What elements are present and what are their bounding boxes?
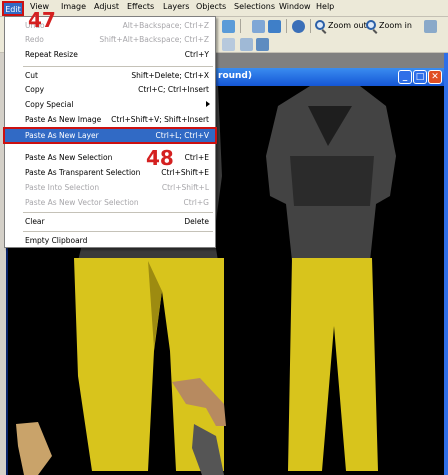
menu-item-shortcut: Ctrl+Y (184, 50, 209, 59)
toolbar-separator (310, 19, 311, 33)
menu-layers[interactable]: Layers (163, 2, 189, 11)
menu-item-label: Paste As New Image (25, 115, 102, 124)
menu-separator (23, 212, 213, 213)
maximize-button[interactable]: □ (413, 70, 427, 84)
menu-edit-label: Edit (5, 5, 21, 14)
toolbar-separator (240, 19, 241, 33)
zoom-window-icon[interactable] (424, 20, 437, 33)
menu-objects[interactable]: Objects (196, 2, 226, 11)
menu-separator (23, 231, 213, 232)
zoom-in-label: Zoom in (379, 20, 412, 30)
submenu-arrow-icon (206, 101, 210, 107)
menu-item-copy-special[interactable]: Copy Special (5, 98, 215, 112)
menu-item-copy[interactable]: Copy Ctrl+C; Ctrl+Insert (5, 83, 215, 97)
toolbar-separator (286, 19, 287, 33)
step-number-annotation: 48 (146, 146, 174, 170)
menu-item-shortcut: Ctrl+Shift+L (161, 183, 209, 192)
menu-item-empty-clipboard[interactable]: Empty Clipboard (5, 234, 215, 248)
menu-help[interactable]: Help (316, 2, 334, 11)
paste-icon[interactable] (268, 20, 281, 33)
menu-item-label: Repeat Resize (25, 50, 78, 59)
menu-image[interactable]: Image (61, 2, 86, 11)
menu-item-clear[interactable]: Clear Delete (5, 215, 215, 229)
menu-item-shortcut: Ctrl+L; Ctrl+V (155, 131, 209, 140)
minimize-button[interactable]: _ (398, 70, 412, 84)
menu-item-shortcut: Ctrl+E (184, 153, 209, 162)
menu-item-cut[interactable]: Cut Shift+Delete; Ctrl+X (5, 69, 215, 83)
close-button[interactable]: ✕ (428, 70, 442, 84)
menu-separator (23, 66, 213, 67)
menu-item-shortcut: Ctrl+C; Ctrl+Insert (138, 85, 209, 94)
menu-item-label: Paste As Transparent Selection (25, 168, 141, 177)
menu-item-shortcut: Shift+Alt+Backspace; Ctrl+Z (99, 35, 209, 44)
menu-window[interactable]: Window (279, 2, 311, 11)
menu-item-paste-into-selection[interactable]: Paste Into Selection Ctrl+Shift+L (5, 181, 215, 195)
arrange-icon[interactable] (240, 38, 253, 51)
menu-item-label: Clear (25, 217, 45, 226)
step-number-annotation: 47 (28, 8, 56, 32)
menu-item-label: Paste As New Selection (25, 153, 113, 162)
menu-item-shortcut: Ctrl+Shift+V; Shift+Insert (111, 115, 209, 124)
menu-item-redo[interactable]: Redo Shift+Alt+Backspace; Ctrl+Z (5, 33, 215, 47)
menu-item-label: Cut (25, 71, 38, 80)
zoom-in-button[interactable]: Zoom in (366, 20, 412, 30)
menu-adjust[interactable]: Adjust (94, 2, 119, 11)
save-icon[interactable] (222, 20, 235, 33)
menu-item-label: Copy (25, 85, 45, 94)
menu-item-label: Paste As New Layer (25, 131, 99, 140)
menu-effects[interactable]: Effects (127, 2, 154, 11)
menu-item-paste-vector-selection[interactable]: Paste As New Vector Selection Ctrl+G (5, 196, 215, 210)
info-icon[interactable] (292, 20, 305, 33)
menu-bar: Edit View Image Adjust Effects Layers Ob… (0, 0, 448, 17)
layer-tool-icon[interactable] (222, 38, 235, 51)
menu-item-paste-new-selection[interactable]: Paste As New Selection Ctrl+E (5, 151, 215, 165)
menu-item-paste-new-layer[interactable]: Paste As New Layer Ctrl+L; Ctrl+V (3, 127, 217, 144)
edit-menu-dropdown: Undo Alt+Backspace; Ctrl+Z Redo Shift+Al… (3, 16, 217, 248)
menu-item-label: Empty Clipboard (25, 236, 88, 245)
menu-item-label: Redo (25, 35, 44, 44)
zoom-out-icon (315, 20, 325, 30)
menu-edit[interactable]: Edit (2, 1, 24, 16)
image-window-title: round) (218, 71, 252, 81)
menu-item-label: Paste Into Selection (25, 183, 100, 192)
menu-item-label: Copy Special (25, 100, 74, 109)
blouse-right-ruching (290, 156, 374, 206)
menu-item-paste-transparent-selection[interactable]: Paste As Transparent Selection Ctrl+Shif… (5, 166, 215, 180)
menu-item-shortcut: Alt+Backspace; Ctrl+Z (122, 21, 209, 30)
menu-selections[interactable]: Selections (234, 2, 275, 11)
menu-item-label: Paste As New Vector Selection (25, 198, 139, 207)
right-panel-edge (444, 53, 448, 475)
menu-item-shortcut: Ctrl+G (183, 198, 209, 207)
zoom-out-label: Zoom out (328, 20, 367, 30)
zoom-in-icon (366, 20, 376, 30)
zoom-out-button[interactable]: Zoom out (315, 20, 367, 30)
menu-item-paste-new-image[interactable]: Paste As New Image Ctrl+Shift+V; Shift+I… (5, 113, 215, 127)
menu-item-shortcut: Shift+Delete; Ctrl+X (131, 71, 209, 80)
copy-icon[interactable] (252, 20, 265, 33)
menu-item-shortcut: Delete (184, 217, 209, 226)
palette-icon[interactable] (256, 38, 269, 51)
menu-item-repeat[interactable]: Repeat Resize Ctrl+Y (5, 48, 215, 62)
